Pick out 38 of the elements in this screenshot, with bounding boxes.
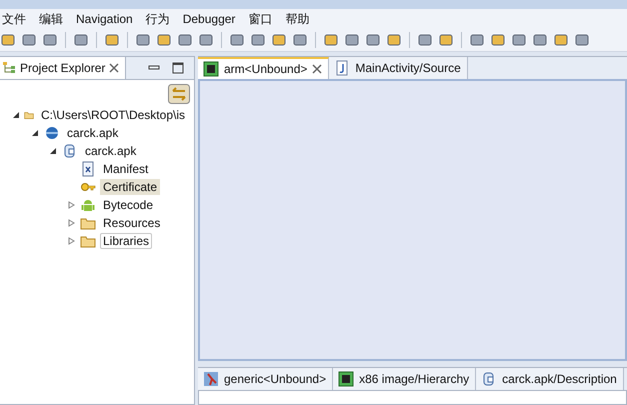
tree-item[interactable]: carck.apk [82,143,140,159]
document-x-icon [80,161,96,177]
tree-item[interactable]: Manifest [100,161,152,177]
menu-item[interactable]: 窗口 [248,10,272,28]
menu-item[interactable]: Navigation [76,12,133,26]
collapsed-triangle-icon[interactable] [67,201,75,209]
tree-item[interactable]: Libraries [100,233,152,249]
figure-icon [203,371,219,387]
menu-item[interactable]: 帮助 [285,10,310,28]
expanded-triangle-icon[interactable] [49,147,57,155]
menu-item[interactable]: 编辑 [39,10,63,28]
menu-item[interactable]: Debugger [182,12,236,26]
chip-icon [338,371,354,387]
view-tab[interactable]: generic<Unbound> [198,368,334,390]
close-icon[interactable] [312,64,322,74]
tree-item[interactable]: Bytecode [100,197,156,213]
menu-item[interactable]: 文件 [2,10,26,28]
tree-item[interactable]: carck.apk [64,125,122,141]
link-arrows-icon[interactable] [168,84,190,104]
view-tab[interactable]: carck.apk/Description [476,368,624,390]
expanded-triangle-icon[interactable] [31,129,39,137]
source-file-icon [334,60,350,76]
android-icon [80,197,96,213]
editor-tab[interactable]: MainActivity/Source [329,57,468,79]
ball-icon [44,125,60,141]
tree-item[interactable]: Resources [100,215,164,231]
explorer-tab[interactable]: Project Explorer [0,57,126,79]
menu-item[interactable]: 行为 [146,10,170,28]
chip-icon [203,61,219,77]
editor-tab[interactable]: arm<Unbound> [198,57,330,79]
maximize-icon[interactable] [172,62,184,74]
collapsed-triangle-icon[interactable] [67,219,75,227]
view-tab[interactable]: x86 image/Hierarchy [333,368,476,390]
collapsed-triangle-icon[interactable] [67,237,75,245]
close-icon[interactable] [109,63,120,73]
expanded-triangle-icon[interactable] [12,111,20,119]
tree-item[interactable]: Certificate [100,179,160,195]
tree-item[interactable]: C:\Users\ROOT\Desktop\is [38,107,188,123]
